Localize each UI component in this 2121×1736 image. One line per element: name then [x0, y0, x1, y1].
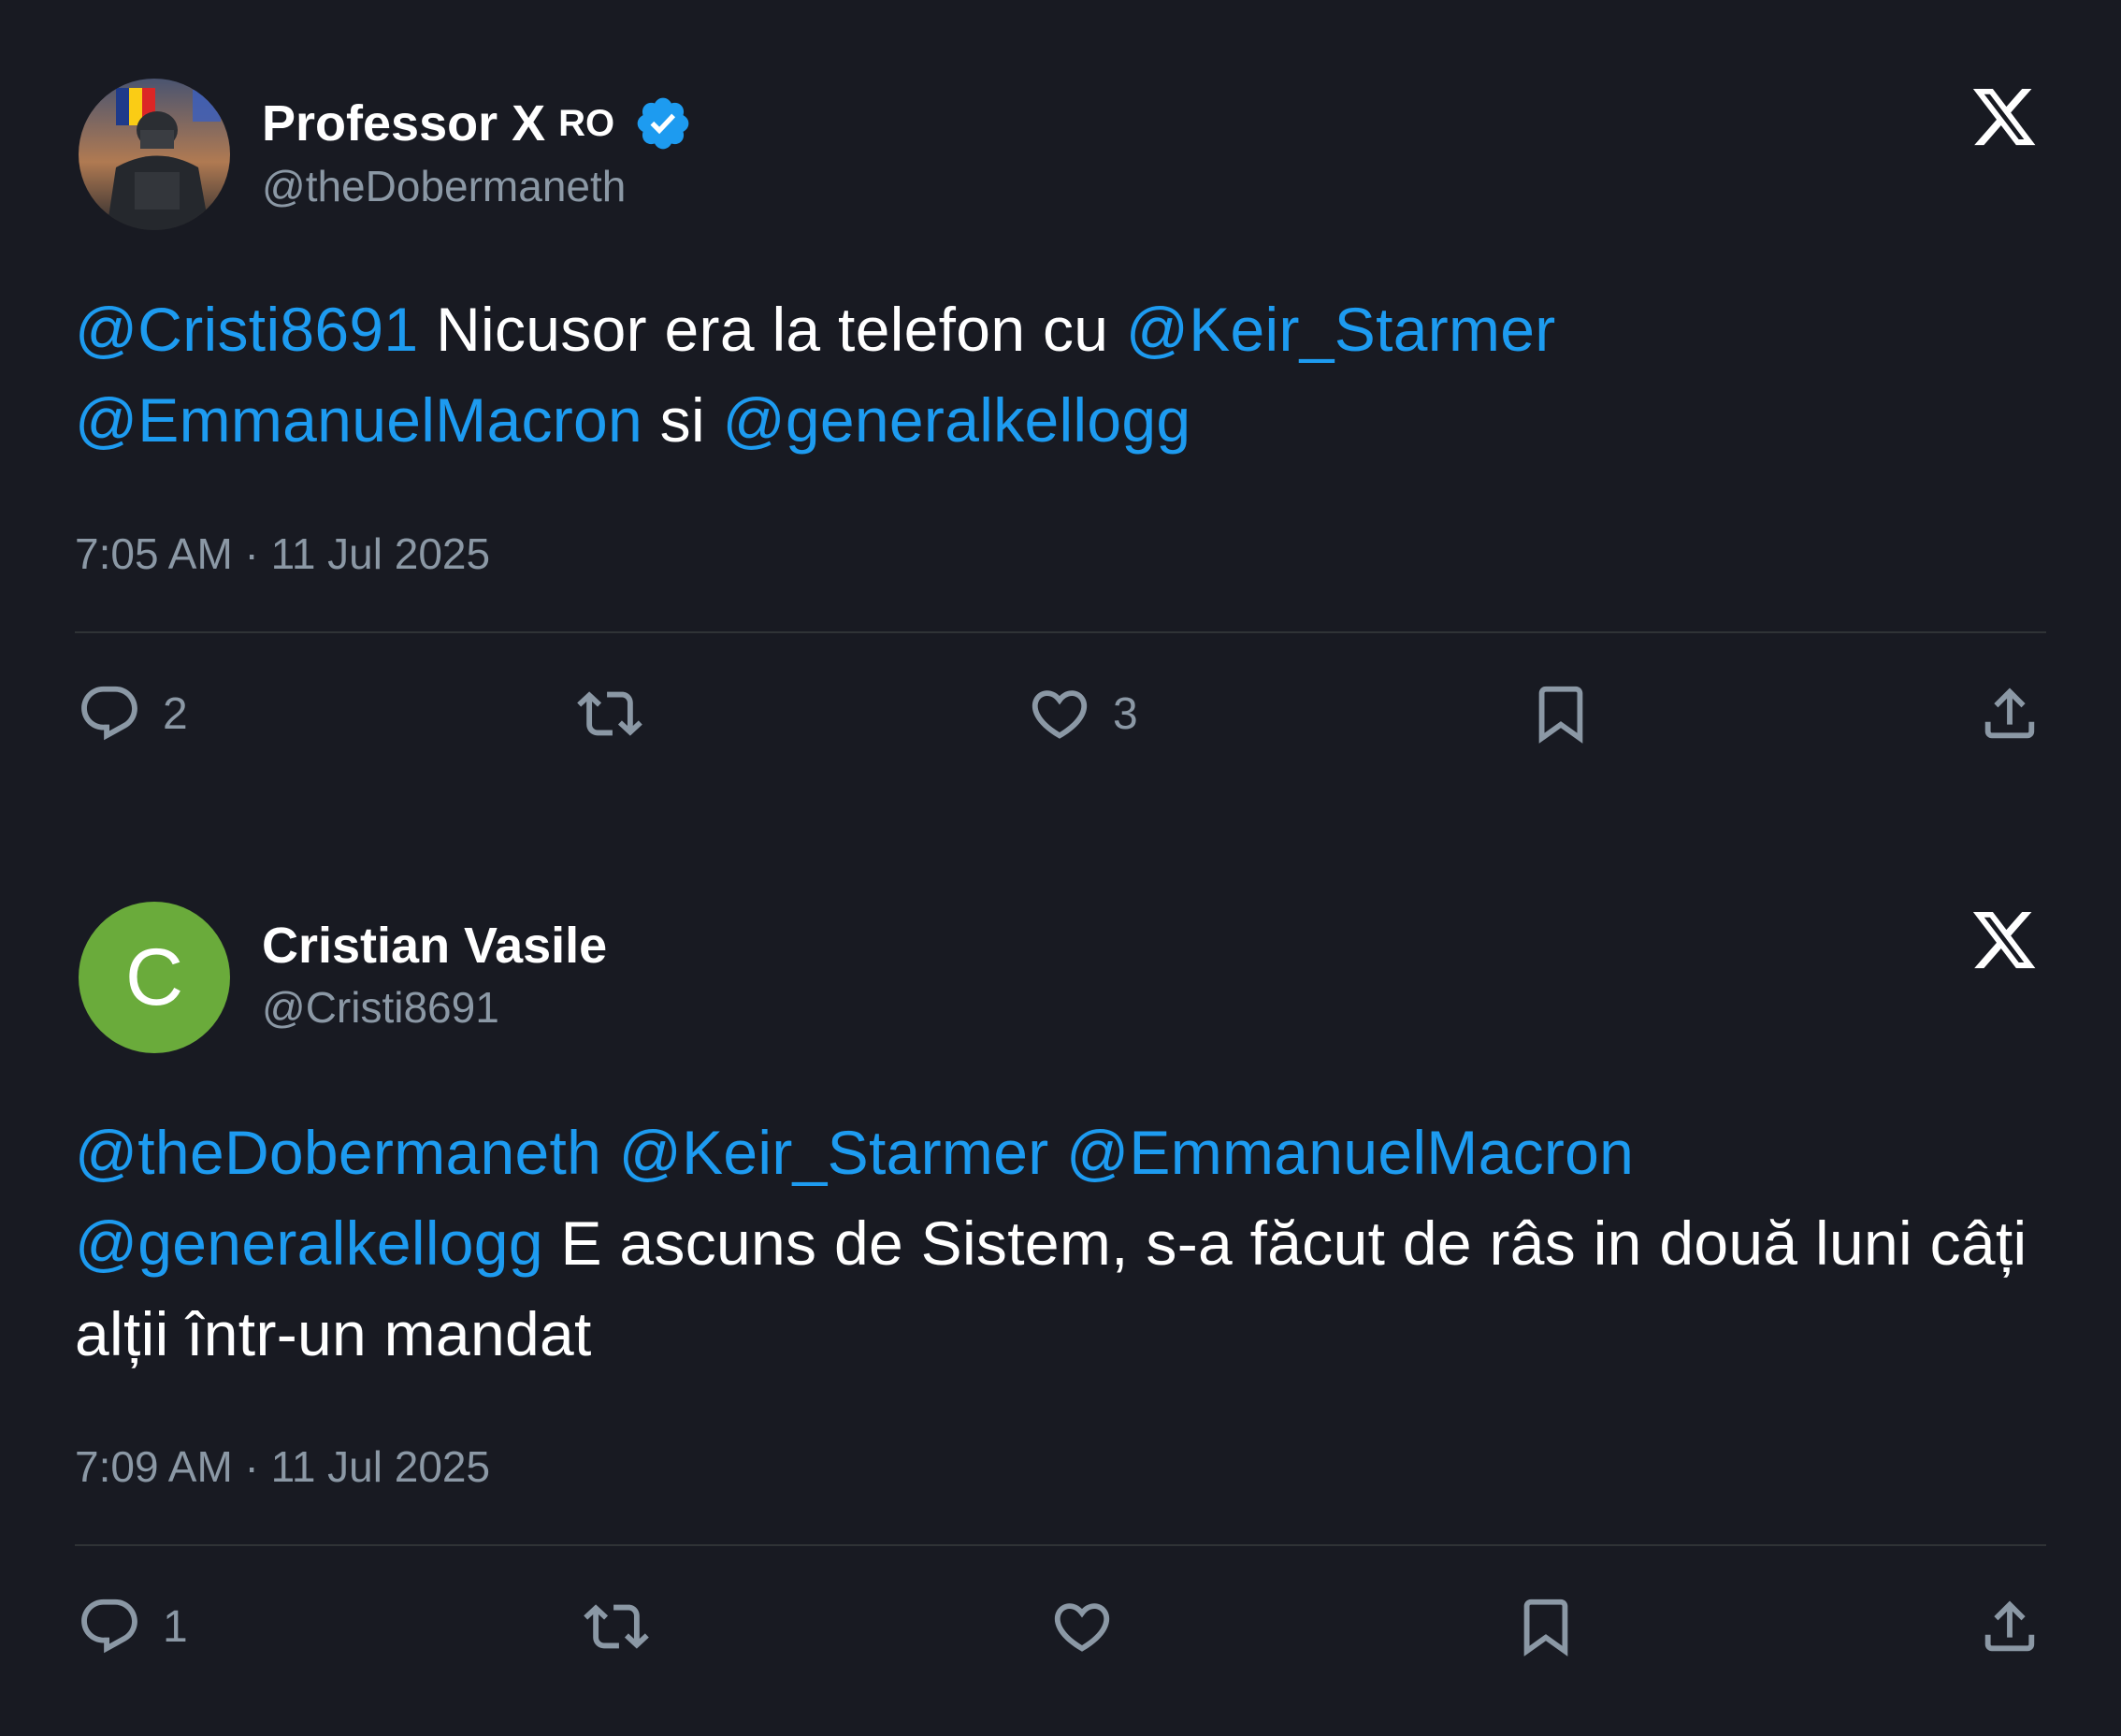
bookmark-icon	[1523, 1599, 1568, 1656]
retweet-icon	[577, 691, 642, 736]
reply-button[interactable]: 1	[77, 1594, 188, 1659]
tweet-text-segment	[1048, 1118, 1066, 1187]
tweet-text-segment	[601, 1118, 619, 1187]
avatar-letter: C	[124, 932, 184, 1022]
share-icon	[1984, 1600, 2035, 1652]
share-button[interactable]	[1977, 1594, 2042, 1659]
display-name-text: Cristian Vasile	[262, 918, 608, 974]
tweet-text: @theDobermaneth @Keir_Starmer @EmmanuelM…	[75, 1107, 2048, 1380]
flag-label: RO	[558, 102, 615, 144]
heart-icon	[1054, 1603, 1110, 1652]
mention-link[interactable]: @generalkellogg	[723, 385, 1191, 455]
x-logo-icon[interactable]	[1968, 905, 2041, 975]
retweet-button[interactable]	[577, 681, 642, 746]
tweet-text-segment: Nicusor era la telefon cu	[418, 295, 1126, 364]
user-handle[interactable]: @Cristi8691	[262, 982, 499, 1033]
mention-link[interactable]: @EmmanuelMacron	[1066, 1118, 1634, 1187]
timestamp[interactable]: 7:09 AM · 11 Jul 2025	[75, 1441, 490, 1492]
reply-icon	[81, 1599, 137, 1654]
bookmark-button[interactable]	[1528, 681, 1594, 746]
avatar-photo	[79, 79, 230, 230]
display-name[interactable]: Professor X RO	[262, 94, 693, 153]
like-count: 3	[1113, 688, 1138, 739]
mention-link[interactable]: @theDobermaneth	[75, 1118, 601, 1187]
tweet-text-segment: si	[642, 385, 723, 455]
divider	[75, 1544, 2046, 1546]
avatar[interactable]: C	[79, 902, 230, 1053]
reply-count: 1	[163, 1601, 188, 1652]
x-logo-icon[interactable]	[1968, 82, 2041, 152]
display-name[interactable]: Cristian Vasile	[262, 917, 607, 975]
mention-link[interactable]: @Keir_Starmer	[619, 1118, 1049, 1187]
reply-count: 2	[163, 688, 188, 739]
timestamp[interactable]: 7:05 AM · 11 Jul 2025	[75, 528, 490, 579]
mention-link[interactable]: @EmmanuelMacron	[75, 385, 642, 455]
reply-button[interactable]: 2	[77, 681, 188, 746]
retweet-button[interactable]	[584, 1594, 649, 1659]
like-button[interactable]	[1049, 1594, 1115, 1659]
divider	[75, 631, 2046, 633]
mention-link[interactable]: @Cristi8691	[75, 295, 418, 364]
share-icon	[1984, 687, 2035, 739]
display-name-text: Professor X	[262, 95, 546, 152]
mention-link[interactable]: @generalkellogg	[75, 1208, 543, 1278]
mention-link[interactable]: @Keir_Starmer	[1126, 295, 1556, 364]
bookmark-icon	[1538, 686, 1583, 744]
tweet-text: @Cristi8691 Nicusor era la telefon cu @K…	[75, 284, 2048, 466]
avatar[interactable]	[79, 79, 230, 230]
share-button[interactable]	[1977, 681, 2042, 746]
heart-icon	[1032, 690, 1088, 739]
like-button[interactable]: 3	[1027, 681, 1138, 746]
retweet-icon	[584, 1604, 649, 1649]
verified-badge-icon	[637, 97, 689, 150]
bookmark-button[interactable]	[1513, 1594, 1579, 1659]
reply-icon	[81, 686, 137, 741]
user-handle[interactable]: @theDobermaneth	[262, 161, 626, 211]
